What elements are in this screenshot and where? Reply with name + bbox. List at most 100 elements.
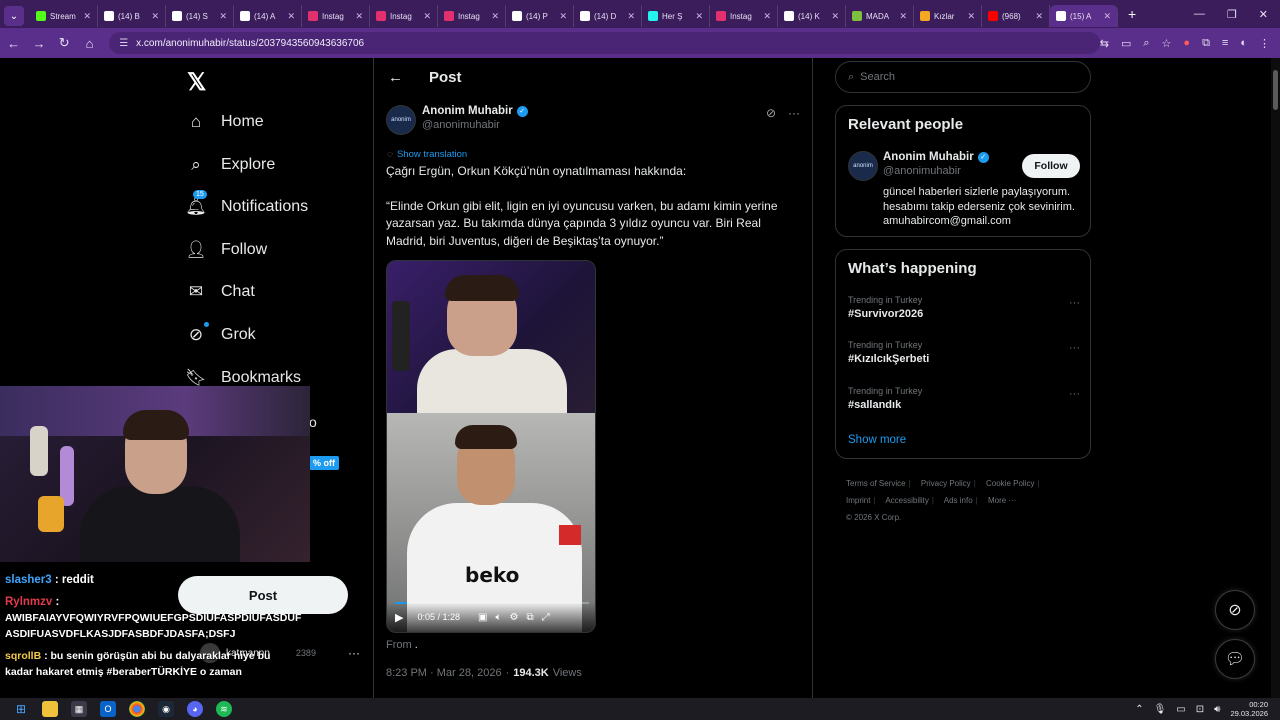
outlook-icon[interactable]: O [100, 701, 116, 717]
show-translation-link[interactable]: ◌ Show translation [387, 149, 467, 160]
more-icon[interactable]: ··· [1069, 342, 1080, 354]
browser-tab[interactable]: (14) B ✕ [98, 5, 166, 27]
reload-icon[interactable]: ↻ [53, 35, 76, 51]
nav-explore[interactable]: ⌕ Explore [185, 150, 275, 180]
footer-link[interactable]: Ads info [944, 496, 973, 505]
more-icon[interactable]: ··· [1069, 388, 1080, 400]
back-arrow-icon[interactable]: ← [2, 36, 25, 51]
trend-item[interactable]: Trending in Turkey #sallandık ··· [848, 386, 1080, 411]
windows-start-icon[interactable]: ⊞ [13, 701, 29, 717]
fullscreen-icon[interactable]: ⤢ [542, 612, 550, 623]
more-icon[interactable]: ··· [1069, 297, 1080, 309]
install-icon[interactable]: ▭ [1121, 37, 1131, 50]
trend-item[interactable]: Trending in Turkey #KızılcıkŞerbeti ··· [848, 340, 1080, 365]
author-name[interactable]: Anonim Muhabir [422, 105, 513, 117]
close-window-icon[interactable]: ✕ [1259, 8, 1268, 21]
more-icon[interactable]: ··· [348, 646, 360, 660]
tab-close-icon[interactable]: ✕ [831, 11, 839, 22]
messages-floating-button[interactable]: 💬︎ [1215, 639, 1255, 679]
popout-icon[interactable]: ⧉ [526, 612, 533, 623]
tab-close-icon[interactable]: ✕ [695, 11, 703, 22]
author-handle[interactable]: @anonimuhabir [422, 119, 528, 131]
tab-close-icon[interactable]: ✕ [627, 11, 635, 22]
file-explorer-icon[interactable] [42, 701, 58, 717]
discord-icon[interactable]: ◕ [187, 701, 203, 717]
nav-home[interactable]: ⌂ Home [185, 107, 264, 137]
nav-grok[interactable]: ⊘ Grok [185, 320, 256, 350]
site-info-icon[interactable]: ☰ [119, 38, 128, 49]
post-timestamp[interactable]: 8:23 PM · Mar 28, 2026 [386, 667, 502, 679]
tab-close-icon[interactable]: ✕ [1103, 11, 1111, 22]
footer-link[interactable]: Privacy Policy [921, 479, 971, 488]
system-clock[interactable]: 00:20 29.03.2026 [1230, 700, 1268, 718]
post-author[interactable]: anonim Anonim Muhabir ✓ @anonimuhabir [386, 105, 528, 135]
minimize-icon[interactable]: — [1194, 8, 1205, 21]
maximize-icon[interactable]: ❐ [1227, 8, 1237, 21]
x-logo-icon[interactable]: 𝕏 [187, 68, 206, 97]
tab-close-icon[interactable]: ✕ [219, 11, 227, 22]
browser-tab[interactable]: Instag ✕ [710, 5, 778, 27]
browser-menu-icon[interactable]: ⋮ [1259, 37, 1270, 50]
post-video[interactable]: beko ▶ 0:05 / 1:28 ▣ 🔈︎ ⚙ ⧉ ⤢ [386, 260, 596, 633]
tab-close-icon[interactable]: ✕ [287, 11, 295, 22]
network-icon[interactable]: ⊡ [1196, 704, 1204, 715]
tab-close-icon[interactable]: ✕ [559, 11, 567, 22]
footer-link[interactable]: Imprint [846, 496, 870, 505]
url-field[interactable]: ☰ x.com/anonimuhabir/status/203794356094… [109, 32, 1100, 54]
browser-tab[interactable]: Instag ✕ [302, 5, 370, 27]
tab-close-icon[interactable]: ✕ [899, 11, 907, 22]
browser-tab[interactable]: (968) ✕ [982, 5, 1050, 27]
browser-tab[interactable]: Instag ✕ [438, 5, 506, 27]
avatar[interactable]: anonim [848, 151, 878, 181]
premium-discount-badge[interactable]: % off [309, 456, 339, 470]
volume-icon[interactable]: 🔊︎ [1214, 704, 1220, 715]
from-target[interactable]: . [415, 639, 418, 651]
tab-close-icon[interactable]: ✕ [151, 11, 159, 22]
tab-close-icon[interactable]: ✕ [763, 11, 771, 22]
tab-close-icon[interactable]: ✕ [1035, 11, 1043, 22]
footer-link[interactable]: Terms of Service [846, 479, 906, 488]
browser-tab[interactable]: (14) A ✕ [234, 5, 302, 27]
chevron-up-icon[interactable]: ⌃ [1135, 704, 1143, 715]
browser-tab[interactable]: Kızlar ✕ [914, 5, 982, 27]
translate-icon[interactable]: ⇆ [1100, 37, 1109, 50]
grok-explain-icon[interactable]: ⊘ [766, 106, 776, 120]
footer-link[interactable]: More ··· [988, 496, 1016, 505]
volume-icon[interactable]: 🔈︎ [495, 612, 501, 623]
extension-red-icon[interactable]: ● [1183, 37, 1190, 50]
tab-close-icon[interactable]: ✕ [967, 11, 975, 22]
store-icon[interactable]: ▦ [71, 701, 87, 717]
nav-notifications[interactable]: 🔔︎ 15 Notifications [185, 190, 308, 222]
home-button-icon[interactable]: ⌂ [78, 36, 101, 51]
follow-button[interactable]: Follow [1022, 154, 1080, 178]
bookmark-star-icon[interactable]: ☆ [1162, 37, 1172, 50]
footer-link[interactable]: Cookie Policy [986, 479, 1034, 488]
browser-tab[interactable]: Instag ✕ [370, 5, 438, 27]
scrollbar-thumb[interactable] [1273, 70, 1278, 110]
tab-close-icon[interactable]: ✕ [423, 11, 431, 22]
microphone-icon[interactable]: 🎙︎ [1154, 704, 1167, 715]
forward-arrow-icon[interactable]: → [27, 36, 50, 51]
profile-icon[interactable]: ◐ [1240, 37, 1247, 50]
spotify-icon[interactable]: ≋ [216, 701, 232, 717]
tab-close-icon[interactable]: ✕ [491, 11, 499, 22]
page-scrollbar[interactable] [1271, 58, 1280, 698]
search-input[interactable]: ⌕ Search [835, 61, 1091, 93]
tab-search-button[interactable]: ⌄ [4, 6, 24, 26]
avatar[interactable]: anonim [386, 105, 416, 135]
tab-close-icon[interactable]: ✕ [355, 11, 363, 22]
nav-follow[interactable]: 👤︎ Follow [185, 235, 267, 265]
browser-tab[interactable]: MADA ✕ [846, 5, 914, 27]
back-arrow-icon[interactable]: ← [388, 69, 403, 86]
browser-tab[interactable]: Her Ş ✕ [642, 5, 710, 27]
browser-tab[interactable]: (14) S ✕ [166, 5, 234, 27]
browser-tab[interactable]: Stream ✕ [30, 5, 98, 27]
zoom-icon[interactable]: ⌕ [1143, 37, 1149, 50]
browser-tab[interactable]: (14) D ✕ [574, 5, 642, 27]
nav-chat[interactable]: ✉ Chat [185, 277, 255, 307]
browser-tab[interactable]: (14) P ✕ [506, 5, 574, 27]
tab-close-icon[interactable]: ✕ [83, 11, 91, 22]
more-icon[interactable]: ··· [788, 106, 800, 120]
steam-icon[interactable]: ◉ [158, 701, 174, 717]
puzzle-icon[interactable]: ⧉ [1202, 37, 1210, 50]
